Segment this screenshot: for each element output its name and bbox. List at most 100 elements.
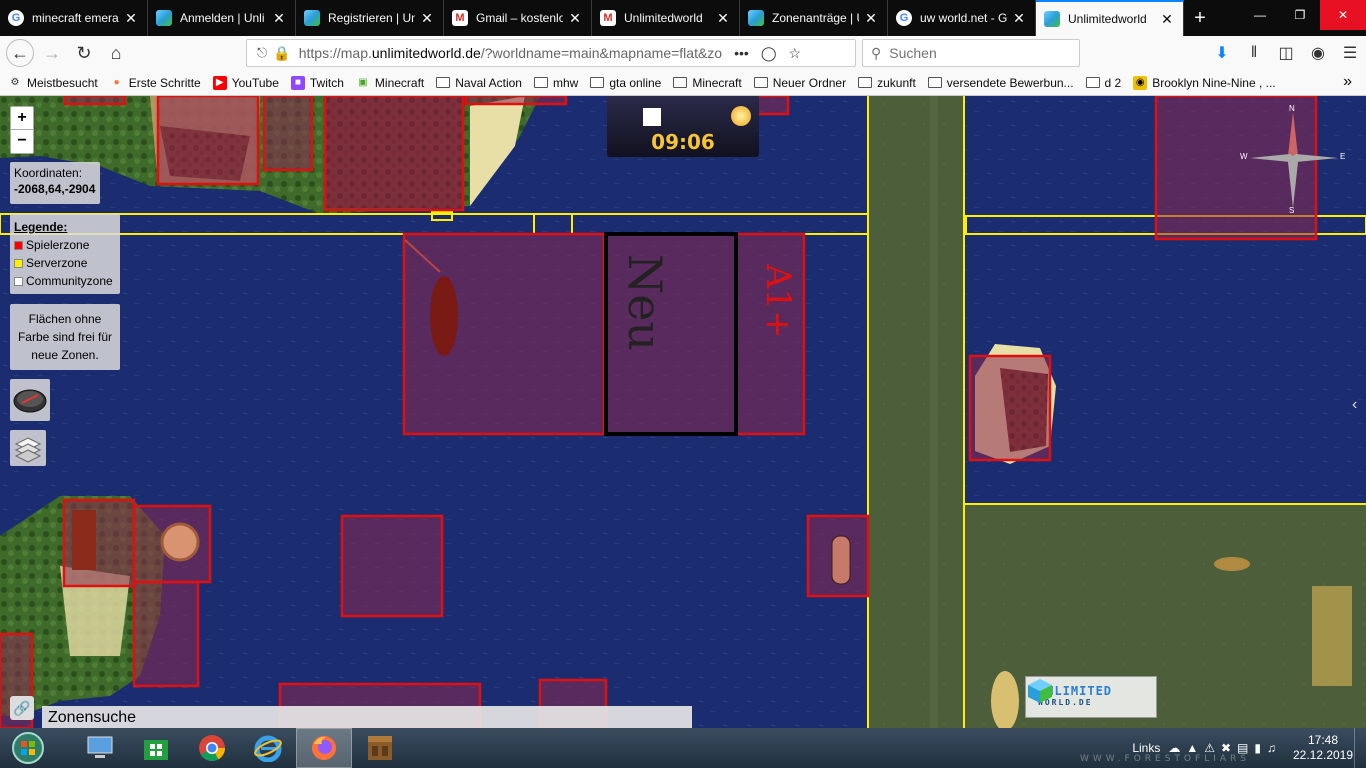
browser-tab[interactable]: M Gmail – kostenlo ✕ [444,0,592,36]
library-icon[interactable]: ‖ [1238,44,1270,62]
bookmark-item[interactable]: versendete Bewerbun... [927,76,1074,90]
minimize-button[interactable]: — [1240,0,1280,30]
search-input[interactable]: ⚲ Suchen [862,39,1080,67]
zone-search-bar[interactable]: Zonensuche [42,706,692,728]
bookmark-item[interactable]: ■ Twitch [290,75,344,90]
bookmark-item[interactable]: mhw [533,76,578,90]
uw-cube-icon [1028,679,1052,703]
search-placeholder: Suchen [889,45,937,61]
legend-swatch [14,259,23,269]
taskbar-store[interactable] [128,728,184,768]
taskbar-ie[interactable] [240,728,296,768]
tray-clock[interactable]: 17:48 22.12.2019 [1292,733,1354,763]
close-window-button[interactable]: ✕ [1320,0,1366,30]
compass-icon [13,389,47,413]
back-button[interactable]: ← [6,39,34,67]
watermark-text: WWW.FORESTOFLIARS [1080,754,1250,764]
account-icon[interactable]: ◉ [1302,43,1334,63]
start-button[interactable] [0,728,56,768]
map-canvas[interactable]: Neu A1+ 09:06 N S W E + − Koordinaten: -… [0,96,1366,728]
compass-toggle-button[interactable] [10,379,50,421]
layers-button[interactable] [10,430,46,466]
bookmark-item[interactable]: ▶ YouTube [212,75,279,90]
gmail-icon: M [600,10,616,26]
coordinates-value: -2068,64,-2904 [14,182,96,196]
bookmark-item[interactable]: ⚙ Meistbesucht [8,76,98,90]
close-tab-icon[interactable]: ✕ [715,10,731,27]
pocket-icon[interactable]: ◯ [761,45,777,62]
bookmark-label: gta online [609,75,662,90]
bookmark-label: zukunft [877,75,916,90]
firefox-icon: ● [113,77,120,88]
taskbar-computer[interactable] [72,728,128,768]
legend-label: Communityzone [26,274,113,288]
browser-tab[interactable]: Unlimitedworld ✕ [1036,0,1184,36]
browser-tab[interactable]: Gminecraft emera ✕ [0,0,148,36]
tray-icons[interactable]: ☁▲⚠✖▤▮♫ [1168,741,1282,755]
close-tab-icon[interactable]: ✕ [567,10,583,27]
shield-icon: ⎋ [257,45,268,60]
bookmark-item[interactable]: Minecraft [673,76,742,90]
browser-tab[interactable]: Anmelden | Unli ✕ [148,0,296,36]
tab-title: Unlimitedworld [1068,12,1147,26]
reload-button[interactable]: ↻ [70,39,98,67]
bookmark-item[interactable]: gta online [590,76,661,90]
browser-tab[interactable]: Guw world.net - G ✕ [888,0,1036,36]
browser-tab[interactable]: M Unlimitedworld ✕ [592,0,740,36]
google-icon: G [8,10,24,26]
bookmark-item[interactable]: Neuer Ordner [753,75,847,90]
zone-search-label: Zonensuche [48,709,137,726]
legend-title: Legende: [14,220,68,234]
close-tab-icon[interactable]: ✕ [123,10,139,27]
home-button[interactable]: ⌂ [102,39,130,67]
legend-swatch [14,241,23,251]
bookmarks-overflow-button[interactable]: » [1343,73,1352,91]
bookmark-item[interactable]: zukunft [858,76,916,90]
close-tab-icon[interactable]: ✕ [863,10,879,27]
crafting-table-icon [368,736,392,760]
forward-button[interactable]: → [38,39,66,67]
links-toolbar-label[interactable]: Links [1132,741,1160,755]
maximize-button[interactable]: ❐ [1280,0,1320,30]
bookmark-item[interactable]: ● Erste Schritte [110,76,201,90]
url-bar[interactable]: ⎋ 🔒 https://map. unlimitedworld.de/?world… [246,39,856,67]
browser-tab[interactable]: Zonenanträge | U ✕ [740,0,888,36]
download-icon[interactable]: ⬇ [1206,43,1238,63]
menu-icon[interactable]: ☰ [1334,43,1366,63]
free-area-note: Flächen ohne Farbe sind frei für neue Zo… [10,304,120,370]
toolbar-right: ⬇ ‖ ◫ ◉ ☰ [1206,36,1366,70]
sidebar-icon[interactable]: ◫ [1270,43,1302,63]
bookmark-item[interactable]: ▣ Minecraft [356,76,424,90]
bookmark-label: Minecraft [374,75,425,90]
uw-cube-icon [748,10,764,26]
show-desktop-button[interactable] [1354,728,1366,768]
bookmark-item[interactable]: ◉ Brooklyn Nine-Nine , ... [1133,75,1276,90]
zoom-in-button[interactable]: + [11,107,33,130]
folder-icon [753,77,768,88]
b99-icon: ◉ [1133,75,1148,90]
close-tab-icon[interactable]: ✕ [271,10,287,27]
zoom-out-button[interactable]: − [11,130,33,153]
close-tab-icon[interactable]: ✕ [1159,11,1175,28]
chevron-left-icon[interactable]: ‹ [1352,396,1366,426]
folder-icon [927,77,942,88]
url-prefix: https://map. [298,45,372,61]
close-tab-icon[interactable]: ✕ [1011,10,1027,27]
taskbar-minecraft[interactable] [352,728,408,768]
taskbar-firefox[interactable] [296,728,352,768]
bookmark-label: Neuer Ordner [772,75,847,90]
legend-label: Spielerzone [26,238,90,252]
link-icon[interactable]: 🔗 [10,696,34,720]
bookmark-item[interactable]: Naval Action [436,76,522,90]
store-icon [144,740,168,760]
taskbar-chrome[interactable] [184,728,240,768]
legend-panel: Legende: Spielerzone Serverzone Communit… [10,214,120,294]
new-tab-button[interactable]: + [1184,0,1216,36]
bookmark-item[interactable]: d 2 [1085,76,1121,90]
close-tab-icon[interactable]: ✕ [419,10,435,27]
browser-tab[interactable]: Registrieren | Unl ✕ [296,0,444,36]
folder-icon [673,77,688,88]
bookmark-star-icon[interactable]: ☆ [788,45,801,62]
page-actions-button[interactable]: ••• [734,45,749,61]
compass-n: N [1289,104,1295,113]
